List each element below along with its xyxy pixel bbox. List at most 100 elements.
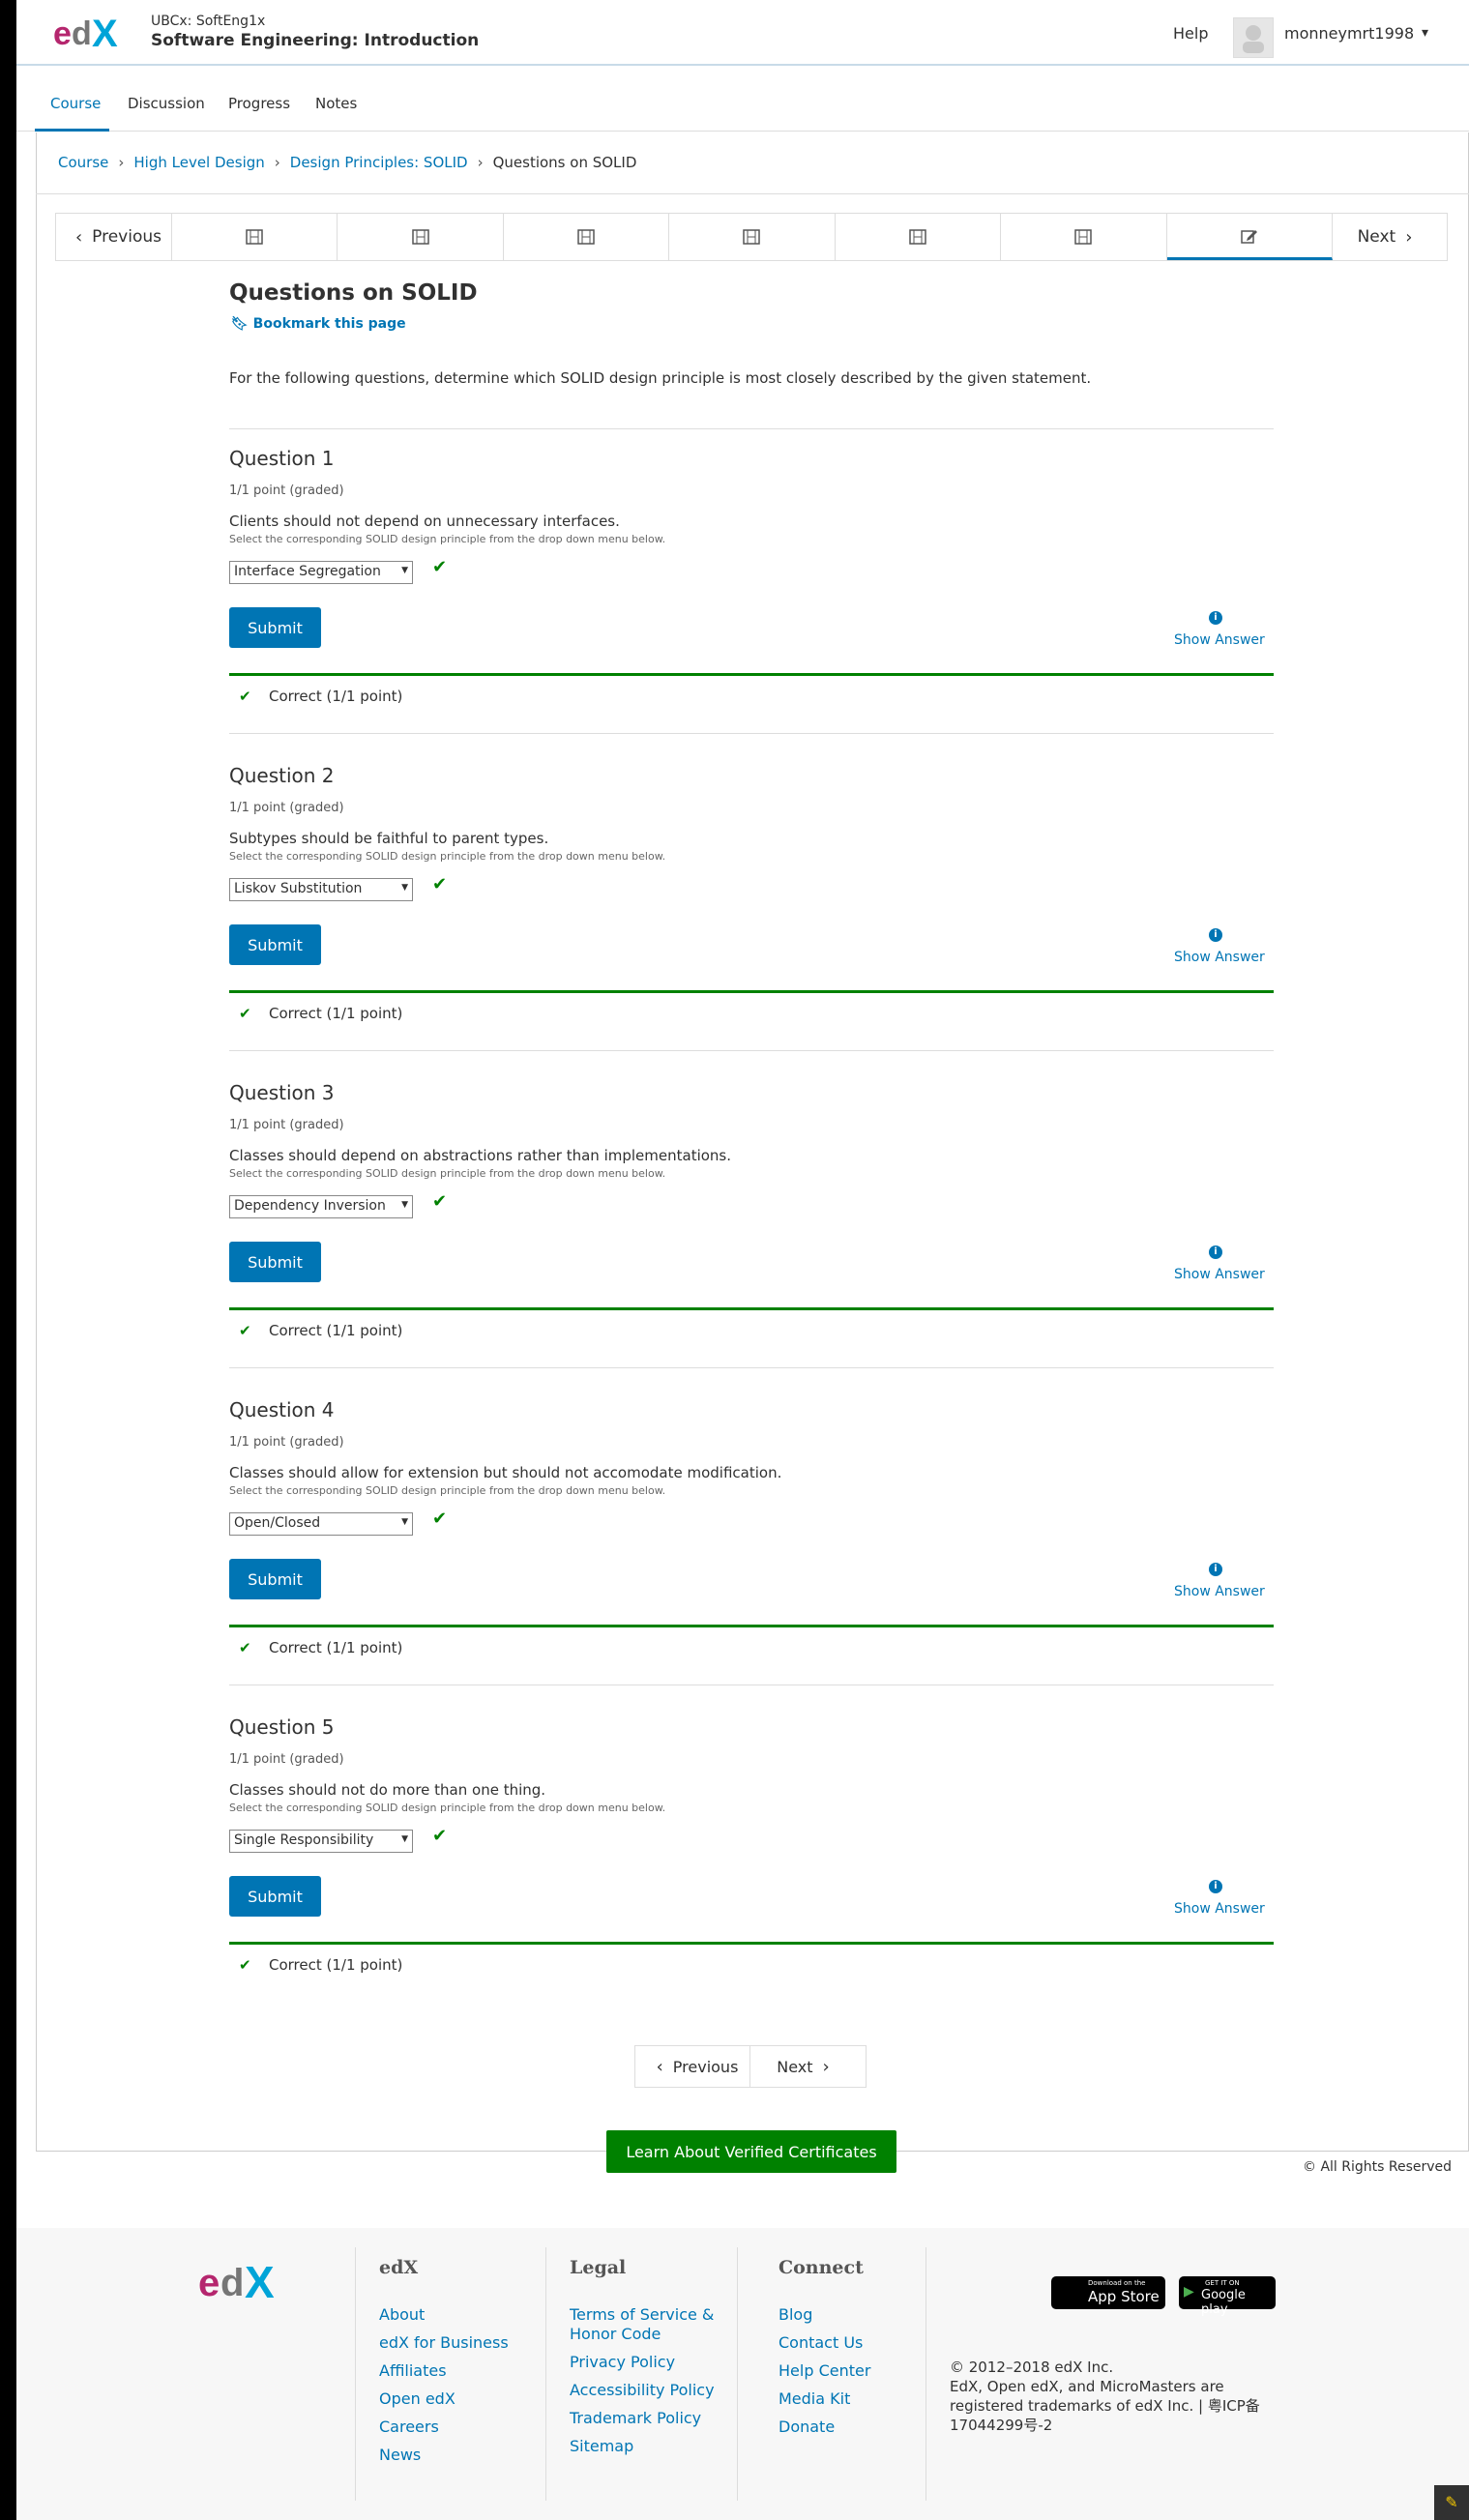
sequence-unit-video[interactable] — [338, 214, 504, 260]
video-icon — [577, 229, 595, 245]
correct-status-bar — [229, 673, 1274, 676]
question-block: Question 5 1/1 point (graded) Classes sh… — [229, 1715, 1274, 2033]
correct-status-bar — [229, 1942, 1274, 1945]
info-icon[interactable]: i — [1209, 928, 1222, 942]
bottom-next-button[interactable]: Next › — [750, 2046, 866, 2087]
question-block: Question 3 1/1 point (graded) Classes sh… — [229, 1081, 1274, 1398]
sequence-previous-label: Previous — [92, 227, 162, 247]
sequence-unit-video[interactable] — [669, 214, 836, 260]
show-answer-button[interactable]: Show Answer — [1174, 1267, 1265, 1282]
footer-link-terms[interactable]: Terms of Service & Honor Code — [570, 2305, 724, 2344]
google-play-badge[interactable]: ▶ GET IT ON Google play — [1179, 2276, 1276, 2317]
tab-notes[interactable]: Notes — [315, 95, 357, 112]
footer-link-business[interactable]: edX for Business — [379, 2333, 509, 2353]
show-answer-button[interactable]: Show Answer — [1174, 1584, 1265, 1599]
footer-divider — [545, 2247, 546, 2501]
sequence-previous-button[interactable]: ‹ Previous — [56, 214, 172, 260]
sequence-unit-video[interactable] — [172, 214, 338, 260]
footer-link-blog[interactable]: Blog — [779, 2305, 870, 2325]
tab-progress[interactable]: Progress — [228, 95, 290, 112]
bottom-previous-button[interactable]: ‹ Previous — [635, 2046, 750, 2087]
video-icon — [246, 229, 263, 245]
breadcrumb-course[interactable]: Course — [58, 154, 108, 171]
footer-column-connect: Connect Blog Contact Us Help Center Medi… — [779, 2257, 870, 2446]
info-icon[interactable]: i — [1209, 611, 1222, 625]
answer-dropdown[interactable]: Single Responsibility ▼ — [229, 1830, 413, 1853]
footer-link-open-edx[interactable]: Open edX — [379, 2389, 509, 2409]
svg-text:X: X — [92, 14, 118, 52]
footer-edx-logo[interactable]: e d X — [198, 2257, 295, 2305]
footer-link-news[interactable]: News — [379, 2446, 509, 2465]
footer-link-donate[interactable]: Donate — [779, 2417, 870, 2437]
bottom-next-label: Next — [777, 2057, 813, 2076]
submit-button[interactable]: Submit — [229, 1559, 321, 1599]
question-points: 1/1 point (graded) — [229, 801, 344, 815]
verified-certificates-button[interactable]: Learn About Verified Certificates — [606, 2130, 896, 2173]
answer-dropdown[interactable]: Liskov Substitution ▼ — [229, 878, 413, 901]
tab-course[interactable]: Course — [50, 95, 101, 112]
info-icon[interactable]: i — [1209, 1563, 1222, 1576]
pencil-icon[interactable]: ✎ — [1434, 2485, 1469, 2520]
show-answer-button[interactable]: Show Answer — [1174, 1901, 1265, 1917]
edx-logo[interactable]: e d X — [53, 14, 131, 52]
video-icon — [1074, 229, 1093, 245]
footer-link-privacy[interactable]: Privacy Policy — [570, 2353, 724, 2372]
question-title: Question 2 — [229, 764, 335, 787]
answer-dropdown-value: Open/Closed — [234, 1515, 321, 1531]
info-icon[interactable]: i — [1209, 1880, 1222, 1893]
footer-link-accessibility[interactable]: Accessibility Policy — [570, 2381, 724, 2400]
username[interactable]: monneymrt1998 — [1284, 24, 1414, 43]
answer-dropdown[interactable]: Interface Segregation ▼ — [229, 561, 413, 584]
sequence-unit-video[interactable] — [1001, 214, 1167, 260]
footer-link-sitemap[interactable]: Sitemap — [570, 2437, 724, 2456]
submit-button[interactable]: Submit — [229, 607, 321, 648]
breadcrumb-high-level-design[interactable]: High Level Design — [133, 154, 264, 171]
video-icon — [411, 229, 429, 245]
footer-link-media-kit[interactable]: Media Kit — [779, 2389, 870, 2409]
avatar[interactable] — [1233, 17, 1274, 58]
bookmark-button[interactable]: 🔖︎ Bookmark this page — [231, 316, 406, 332]
footer-heading: Legal — [570, 2257, 627, 2278]
show-answer-button[interactable]: Show Answer — [1174, 950, 1265, 965]
question-title: Question 5 — [229, 1715, 335, 1739]
question-help-text: Select the corresponding SOLID design pr… — [229, 533, 666, 545]
chevron-left-icon: ‹ — [656, 2056, 663, 2077]
footer-link-careers[interactable]: Careers — [379, 2417, 509, 2437]
info-icon[interactable]: i — [1209, 1245, 1222, 1259]
breadcrumb-chevron-icon: › — [274, 154, 280, 171]
footer-link-contact[interactable]: Contact Us — [779, 2333, 870, 2353]
submit-button[interactable]: Submit — [229, 1242, 321, 1282]
footer-link-about[interactable]: About — [379, 2305, 509, 2325]
question-title: Question 1 — [229, 447, 335, 470]
footer-link-trademark[interactable]: Trademark Policy — [570, 2409, 724, 2428]
video-icon — [743, 229, 761, 245]
tab-discussion[interactable]: Discussion — [128, 95, 205, 112]
submit-button[interactable]: Submit — [229, 1876, 321, 1917]
correct-status-bar — [229, 990, 1274, 993]
checkmark-icon: ✔ — [239, 1639, 251, 1656]
dropdown-caret-icon: ▼ — [401, 1517, 408, 1527]
sequence-unit-video[interactable] — [836, 214, 1002, 260]
answer-dropdown[interactable]: Dependency Inversion ▼ — [229, 1195, 413, 1218]
course-org: UBCx: SoftEng1x — [151, 14, 266, 29]
answer-dropdown[interactable]: Open/Closed ▼ — [229, 1512, 413, 1536]
show-answer-button[interactable]: Show Answer — [1174, 632, 1265, 648]
question-points: 1/1 point (graded) — [229, 1118, 344, 1132]
unit-title: Questions on SOLID — [229, 280, 478, 306]
sequence-unit-video[interactable] — [504, 214, 670, 260]
footer-link-help-center[interactable]: Help Center — [779, 2361, 870, 2381]
answer-dropdown-value: Interface Segregation — [234, 564, 381, 579]
footer-heading: edX — [379, 2257, 419, 2278]
submit-button[interactable]: Submit — [229, 924, 321, 965]
user-menu-caret-icon[interactable]: ▾ — [1422, 25, 1428, 41]
sequence-unit-problem-active[interactable] — [1166, 214, 1334, 260]
svg-text:X: X — [245, 2257, 275, 2305]
breadcrumb-design-principles[interactable]: Design Principles: SOLID — [290, 154, 468, 171]
help-link[interactable]: Help — [1173, 24, 1208, 43]
app-store-badge[interactable]: Download on the App Store — [1051, 2276, 1165, 2309]
breadcrumb: Course › High Level Design › Design Principl… — [58, 154, 636, 171]
sequence-next-button[interactable]: Next › — [1333, 214, 1447, 260]
question-block: Question 2 1/1 point (graded) Subtypes s… — [229, 764, 1274, 1081]
footer-link-affiliates[interactable]: Affiliates — [379, 2361, 509, 2381]
bottom-previous-label: Previous — [672, 2057, 739, 2076]
